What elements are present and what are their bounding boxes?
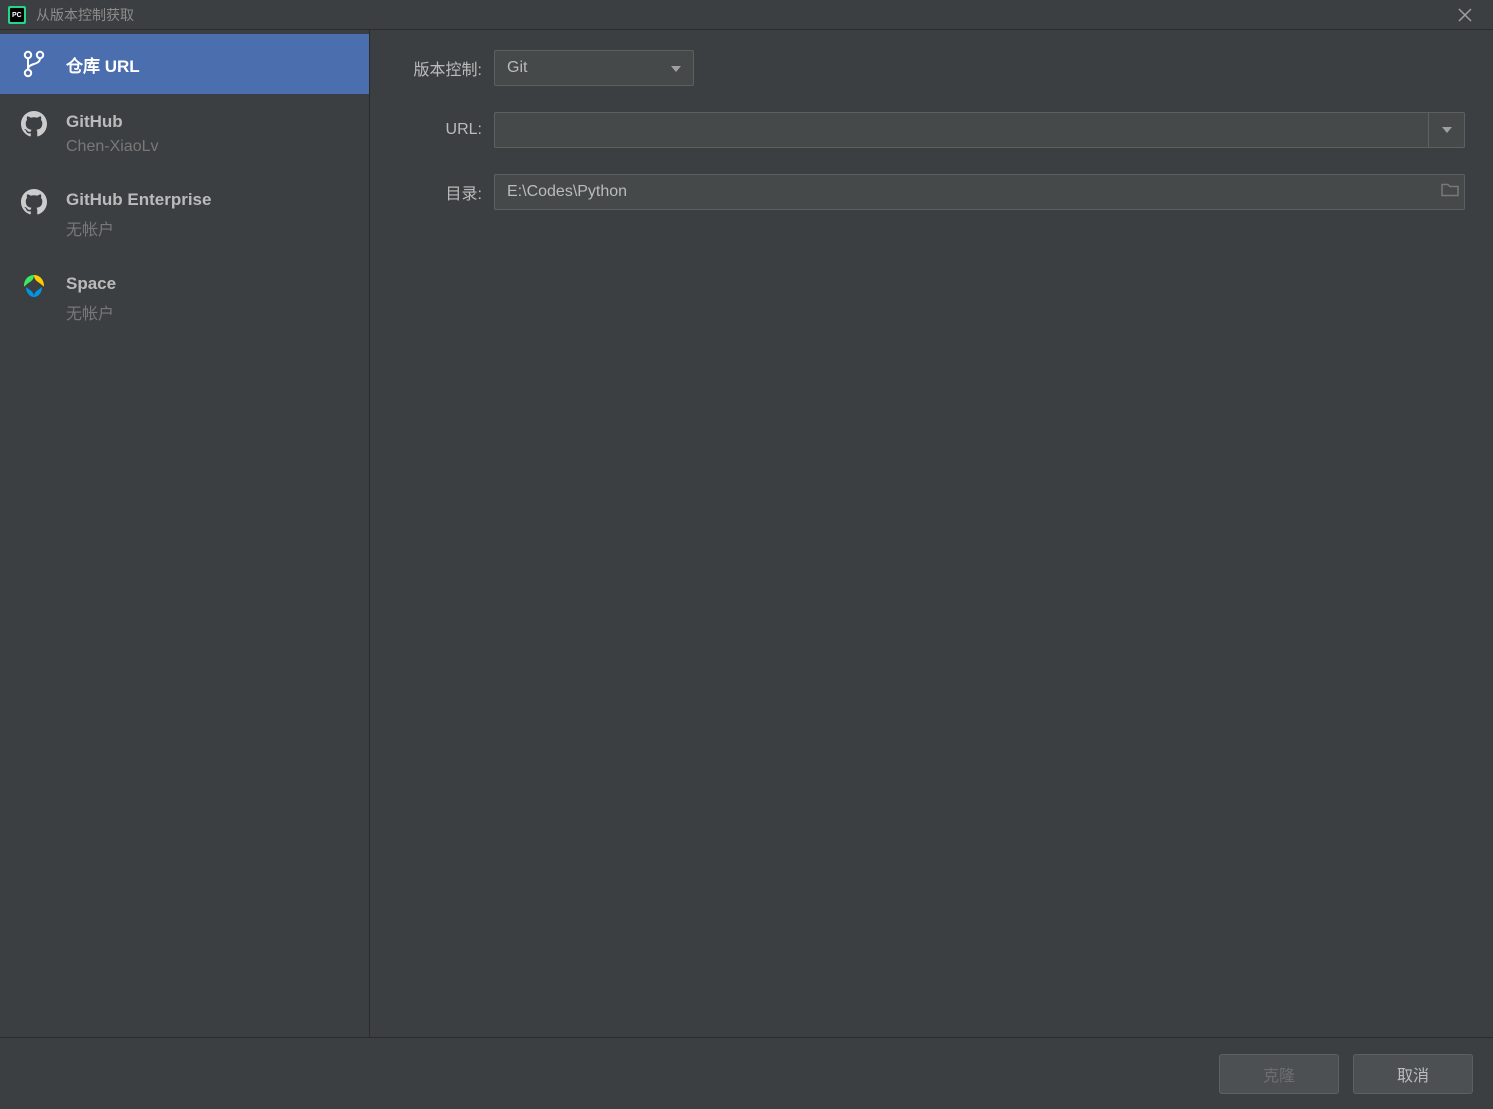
close-button[interactable]: [1445, 0, 1485, 30]
sidebar-item-github-enterprise[interactable]: GitHub Enterprise 无帐户: [0, 172, 369, 256]
space-icon: [20, 272, 48, 300]
vcs-row: 版本控制: Git: [398, 50, 1465, 86]
close-icon: [1458, 8, 1472, 22]
sidebar-item-label: GitHub: [66, 112, 159, 132]
window-title: 从版本控制获取: [36, 5, 1445, 25]
sidebar-item-space[interactable]: Space 无帐户: [0, 256, 369, 340]
sidebar-item-github[interactable]: GitHub Chen-XiaoLv: [0, 94, 369, 172]
footer: 克隆 取消: [0, 1037, 1493, 1109]
chevron-down-icon: [671, 59, 681, 77]
folder-icon: [1441, 183, 1459, 197]
sidebar-item-label: 仓库 URL: [66, 52, 140, 77]
svg-text:PC: PC: [12, 12, 22, 19]
github-icon: [20, 110, 48, 138]
github-icon: [20, 188, 48, 216]
sidebar-item-sub: 无帐户: [66, 216, 211, 240]
browse-button[interactable]: [1441, 183, 1459, 202]
vcs-label: 版本控制:: [398, 56, 494, 80]
sidebar-item-sub: Chen-XiaoLv: [66, 138, 159, 156]
directory-input[interactable]: [494, 174, 1465, 210]
url-input[interactable]: [494, 112, 1429, 148]
chevron-down-icon: [1442, 127, 1452, 133]
directory-label: 目录:: [398, 180, 494, 204]
sidebar-item-label: GitHub Enterprise: [66, 190, 211, 210]
vcs-value: Git: [507, 59, 671, 77]
vcs-select[interactable]: Git: [494, 50, 694, 86]
branch-icon: [20, 50, 48, 78]
cancel-button-label: 取消: [1397, 1062, 1429, 1086]
url-label: URL:: [398, 121, 494, 139]
clone-button-label: 克隆: [1263, 1062, 1295, 1086]
directory-row: 目录:: [398, 174, 1465, 210]
main-area: 仓库 URL GitHub Chen-XiaoLv GitHub Enterpr: [0, 30, 1493, 1037]
clone-button[interactable]: 克隆: [1219, 1054, 1339, 1094]
content-panel: 版本控制: Git URL: 目录:: [370, 30, 1493, 1037]
cancel-button[interactable]: 取消: [1353, 1054, 1473, 1094]
titlebar: PC 从版本控制获取: [0, 0, 1493, 30]
sidebar: 仓库 URL GitHub Chen-XiaoLv GitHub Enterpr: [0, 30, 370, 1037]
url-row: URL:: [398, 112, 1465, 148]
sidebar-item-sub: 无帐户: [66, 300, 116, 324]
url-dropdown-button[interactable]: [1429, 112, 1465, 148]
sidebar-item-label: Space: [66, 274, 116, 294]
sidebar-item-repo-url[interactable]: 仓库 URL: [0, 34, 369, 94]
app-icon: PC: [8, 6, 26, 24]
